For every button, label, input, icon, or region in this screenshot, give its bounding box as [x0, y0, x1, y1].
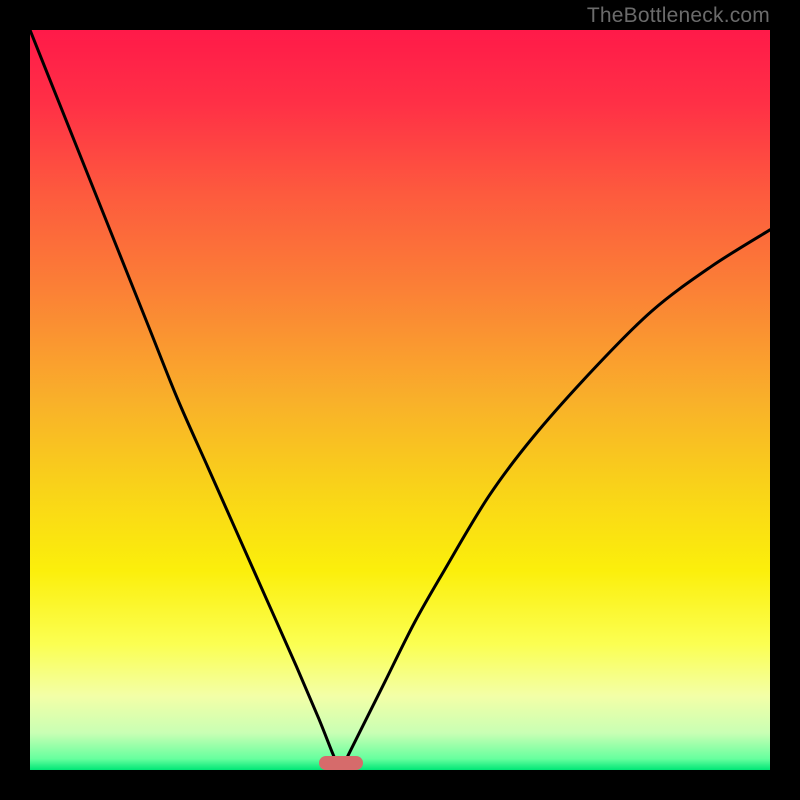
plot-area [30, 30, 770, 770]
bottleneck-curve [30, 30, 770, 770]
target-marker [319, 756, 363, 770]
chart-frame: TheBottleneck.com [0, 0, 800, 800]
watermark-text: TheBottleneck.com [587, 4, 770, 28]
